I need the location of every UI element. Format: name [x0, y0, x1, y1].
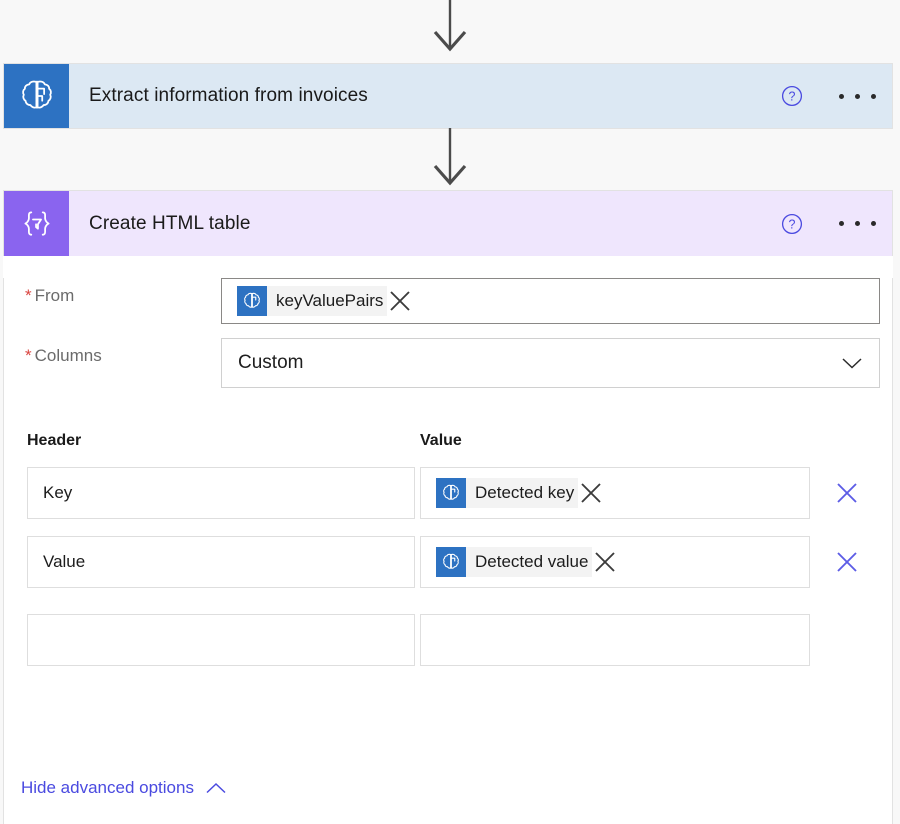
help-icon[interactable]: ?	[781, 213, 803, 235]
card-header[interactable]: Extract information from invoices ?	[3, 63, 893, 129]
ai-builder-brain-icon	[237, 286, 267, 316]
remove-token-icon[interactable]	[387, 288, 415, 314]
columns-field-row: *Columns Custom	[4, 338, 892, 388]
help-icon[interactable]: ?	[781, 85, 803, 107]
grid-column-header-header: Header	[27, 432, 420, 450]
delete-row-icon[interactable]	[810, 549, 860, 575]
row-header-input[interactable]: Key	[27, 467, 415, 519]
remove-token-icon[interactable]	[592, 549, 620, 575]
table-row: Value	[4, 536, 892, 588]
remove-token-icon[interactable]	[578, 480, 606, 506]
token-label: keyValuePairs	[267, 291, 387, 311]
data-operations-braces-filter-icon	[4, 191, 69, 256]
columns-label-text: Columns	[35, 346, 102, 365]
row-header-input[interactable]: Value	[27, 536, 415, 588]
connector-arrow-middle	[428, 128, 472, 190]
action-card-extract-invoices[interactable]: Extract information from invoices ?	[3, 63, 893, 129]
svg-text:?: ?	[789, 89, 796, 103]
card-title: Create HTML table	[89, 213, 781, 235]
from-field-row: *From	[4, 278, 892, 324]
from-label: *From	[25, 278, 221, 306]
grid-column-header-value: Value	[420, 432, 620, 450]
row-header-value: Key	[43, 483, 72, 503]
ai-builder-brain-icon	[436, 547, 466, 577]
from-input[interactable]: keyValuePairs	[221, 278, 880, 324]
token-label: Detected value	[466, 552, 592, 572]
card-header[interactable]: Create HTML table ?	[3, 190, 893, 256]
table-row	[4, 614, 892, 666]
ai-builder-brain-icon	[436, 478, 466, 508]
row-value-input[interactable]: Detected value	[420, 536, 810, 588]
columns-grid-header: Header Value	[4, 432, 892, 450]
columns-dropdown[interactable]: Custom	[221, 338, 880, 388]
row-header-value: Value	[43, 552, 85, 572]
more-commands-icon[interactable]	[837, 217, 878, 230]
columns-selected-value: Custom	[238, 352, 841, 374]
connector-arrow-top	[428, 0, 472, 56]
ai-builder-brain-icon	[4, 64, 69, 128]
from-label-text: From	[35, 286, 75, 305]
table-row: Key	[4, 467, 892, 519]
flow-designer-canvas: Extract information from invoices ?	[0, 0, 900, 824]
required-marker: *	[25, 286, 32, 305]
card-header-strip: Extract information from invoices ?	[69, 64, 892, 128]
more-commands-icon[interactable]	[837, 90, 878, 103]
toggle-advanced-options-link[interactable]: Hide advanced options	[21, 778, 227, 798]
columns-label: *Columns	[25, 338, 221, 366]
token-label: Detected key	[466, 483, 578, 503]
chevron-down-icon[interactable]	[841, 356, 863, 370]
row-header-input[interactable]	[27, 614, 415, 666]
token-chip-detected-key[interactable]: Detected key	[436, 478, 578, 508]
token-chip-keyvaluepairs[interactable]: keyValuePairs	[237, 286, 387, 316]
action-card-create-html-table[interactable]: Create HTML table ?	[3, 190, 893, 824]
chevron-up-icon[interactable]	[205, 782, 227, 795]
row-value-input[interactable]	[420, 614, 810, 666]
advanced-options-label: Hide advanced options	[21, 778, 194, 798]
row-value-input[interactable]: Detected key	[420, 467, 810, 519]
required-marker: *	[25, 346, 32, 365]
svg-text:?: ?	[789, 217, 796, 231]
delete-row-icon[interactable]	[810, 480, 860, 506]
card-title: Extract information from invoices	[89, 85, 781, 107]
token-chip-detected-value[interactable]: Detected value	[436, 547, 592, 577]
card-header-strip: Create HTML table ?	[69, 191, 892, 256]
card-body: *From	[3, 278, 893, 824]
